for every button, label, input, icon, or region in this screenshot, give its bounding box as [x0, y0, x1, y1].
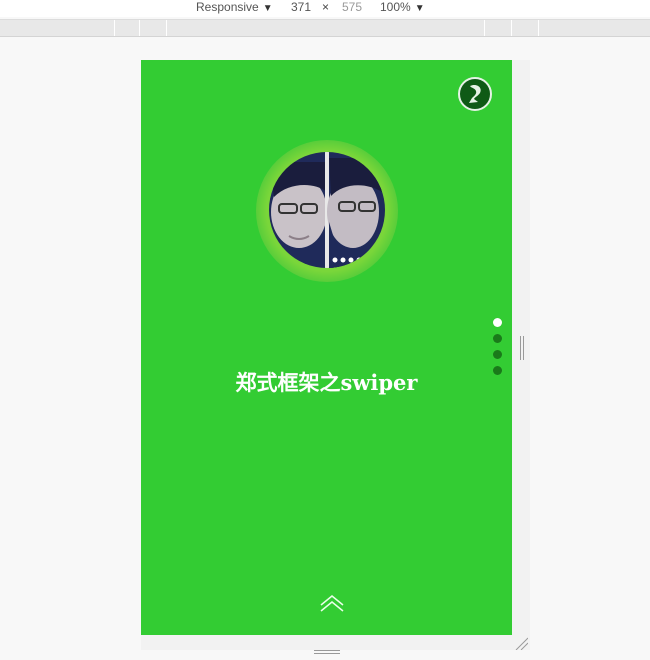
chevron-down-icon: ▼: [262, 3, 273, 14]
device-label: Responsive: [196, 0, 259, 14]
corner-resize-icon[interactable]: [514, 637, 529, 651]
zoom-label: 100%: [380, 0, 411, 14]
chevron-down-icon: ▼: [414, 3, 425, 14]
pagination-dot-1[interactable]: [493, 318, 502, 327]
avatar-glow: [256, 140, 398, 282]
times-icon: ×: [322, 0, 330, 14]
ruler-tick: [538, 20, 539, 36]
ruler-tick: [511, 20, 512, 36]
swiper-pagination: [493, 318, 503, 382]
pagination-dot-4[interactable]: [493, 366, 502, 375]
ruler-tick: [166, 20, 167, 36]
width-input[interactable]: 371: [291, 0, 311, 15]
media-query-bar[interactable]: [0, 19, 650, 37]
page-title: 郑式框架之swiper: [235, 370, 418, 395]
device-select[interactable]: Responsive ▼: [196, 0, 273, 16]
pagination-dot-2[interactable]: [493, 334, 502, 343]
height-input[interactable]: 575: [342, 0, 362, 15]
ruler-tick: [114, 20, 115, 36]
height-resize-handle[interactable]: [314, 642, 340, 654]
ruler-tick: [139, 20, 140, 36]
emulated-viewport: 郑式框架之swiper: [141, 60, 512, 635]
width-resize-handle[interactable]: [519, 336, 525, 360]
music-logo-icon[interactable]: [458, 77, 492, 111]
avatar: [269, 152, 385, 268]
chevron-up-icon[interactable]: [319, 594, 345, 614]
ruler-tick: [484, 20, 485, 36]
device-toolbar: Responsive ▼ 371 × 575 100% ▼: [0, 0, 650, 17]
pagination-dot-3[interactable]: [493, 350, 502, 359]
zoom-select[interactable]: 100% ▼: [380, 0, 425, 16]
